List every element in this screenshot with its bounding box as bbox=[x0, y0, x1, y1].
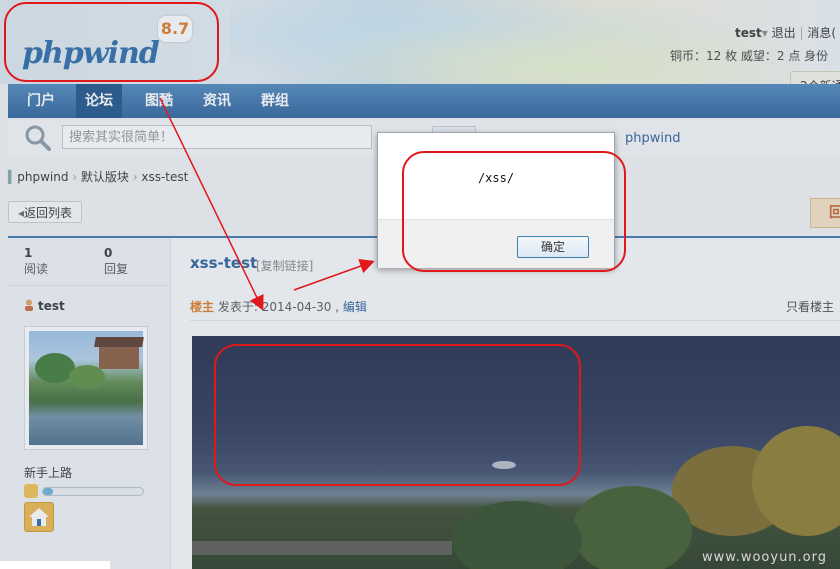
status-strip bbox=[0, 561, 110, 569]
arrow-logo-to-post bbox=[159, 97, 264, 311]
arrow-to-dialog bbox=[293, 258, 375, 291]
annotation-arrows bbox=[159, 97, 375, 311]
watermark: www.wooyun.org bbox=[702, 550, 828, 565]
